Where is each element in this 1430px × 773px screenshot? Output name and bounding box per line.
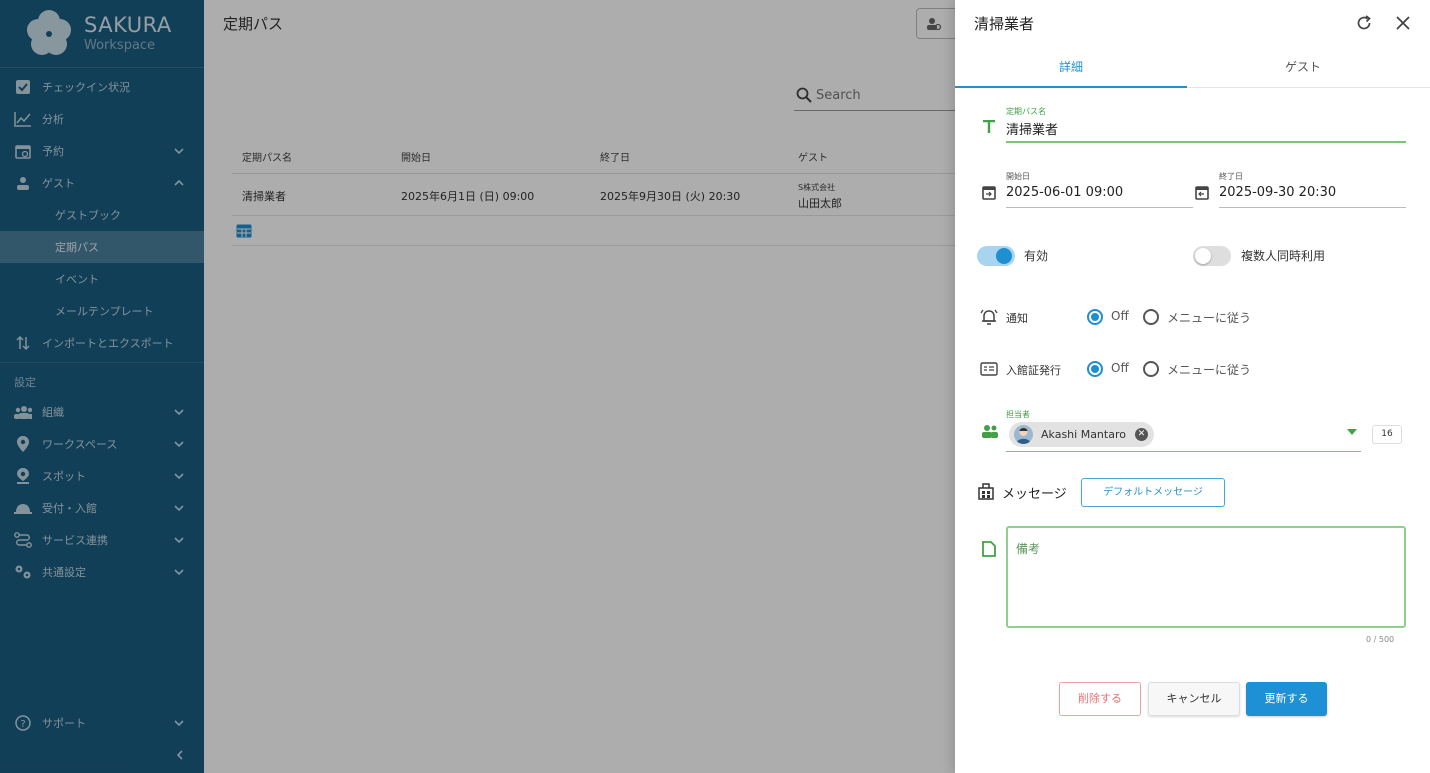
start-date-input[interactable]: 2025-06-01 09:00: [1006, 185, 1123, 200]
assignee-count: 16: [1372, 425, 1402, 444]
tab-details[interactable]: 詳細: [955, 50, 1187, 88]
remove-chip-icon[interactable]: ✕: [1134, 428, 1148, 441]
toggle-knob: [1195, 248, 1211, 264]
text-field-icon: [983, 120, 995, 133]
pass-name-underline: [1006, 141, 1406, 143]
drawer-tabs: 詳細 ゲスト: [955, 50, 1430, 88]
delete-button[interactable]: 削除する: [1059, 682, 1141, 716]
cancel-button[interactable]: キャンセル: [1148, 682, 1240, 716]
avatar: [1014, 425, 1033, 444]
assignee-chip[interactable]: Akashi Mantaro ✕: [1009, 422, 1154, 447]
note-icon: [982, 541, 996, 557]
close-icon[interactable]: [1395, 15, 1411, 31]
notify-menu-radio[interactable]: [1143, 309, 1159, 325]
message-board-icon: [978, 483, 994, 500]
multi-user-label: 複数人同時利用: [1241, 249, 1326, 263]
notify-off-radio[interactable]: [1087, 309, 1103, 325]
enabled-toggle[interactable]: [977, 246, 1015, 266]
badge-off-label: Off: [1111, 361, 1129, 375]
assignee-underline: [1006, 451, 1361, 452]
assignee-label: 担当者: [1006, 410, 1030, 419]
assignee-name: Akashi Mantaro: [1041, 428, 1126, 441]
message-label: メッセージ: [1002, 487, 1067, 502]
badge-card-icon: [980, 362, 998, 376]
dropdown-arrow-icon[interactable]: [1347, 429, 1357, 435]
drawer-title: 清掃業者: [974, 15, 1035, 33]
calendar-start-icon[interactable]: [982, 184, 996, 200]
end-date-label: 終了日: [1219, 172, 1243, 181]
modal-backdrop[interactable]: [0, 0, 955, 773]
default-message-button[interactable]: デフォルトメッセージ: [1081, 478, 1225, 507]
tab-guest[interactable]: ゲスト: [1187, 50, 1419, 88]
update-button[interactable]: 更新する: [1246, 682, 1327, 716]
refresh-icon[interactable]: [1355, 14, 1373, 32]
calendar-end-icon[interactable]: [1195, 184, 1209, 200]
notify-label: 通知: [1006, 312, 1028, 325]
pass-name-input[interactable]: 清掃業者: [1006, 119, 1058, 138]
alarm-bell-icon: [980, 309, 998, 325]
pass-name-label: 定期パス名: [1006, 107, 1046, 116]
notify-menu-label: メニューに従う: [1167, 311, 1252, 325]
multi-user-toggle[interactable]: [1193, 246, 1231, 266]
notes-counter: 0 / 500: [1366, 635, 1395, 644]
notes-placeholder: 備考: [1016, 542, 1041, 556]
badge-menu-radio[interactable]: [1143, 361, 1159, 377]
start-date-underline: [1006, 207, 1193, 208]
badge-off-radio[interactable]: [1087, 361, 1103, 377]
end-date-input[interactable]: 2025-09-30 20:30: [1219, 185, 1336, 200]
end-date-underline: [1219, 207, 1406, 208]
people-icon: [982, 425, 998, 438]
toggle-knob: [996, 248, 1012, 264]
enabled-label: 有効: [1024, 249, 1049, 263]
badge-issue-label: 入館証発行: [1006, 364, 1061, 377]
notify-off-label: Off: [1111, 309, 1129, 323]
notes-textarea[interactable]: [1006, 526, 1406, 628]
start-date-label: 開始日: [1006, 172, 1030, 181]
badge-menu-label: メニューに従う: [1167, 363, 1252, 377]
